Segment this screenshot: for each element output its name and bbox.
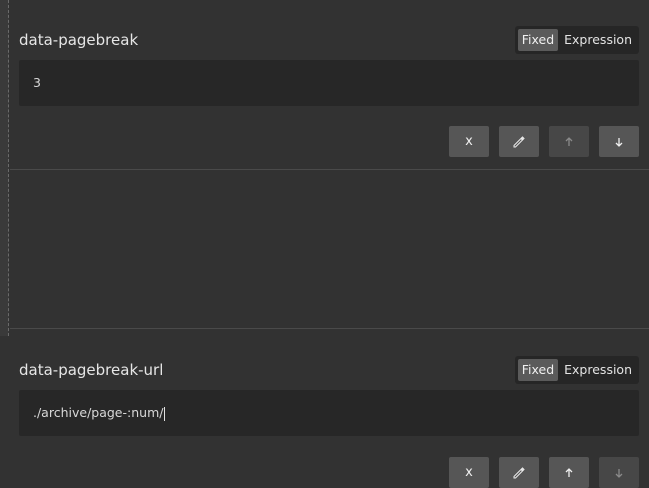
value-text: ./archive/page-:num/ [33,405,164,420]
move-down-button[interactable] [599,457,639,488]
pencil-icon [513,466,525,478]
field-actions: x [449,126,639,157]
value-input[interactable]: ./archive/page-:num/ [19,390,639,436]
remove-button[interactable]: x [449,126,489,157]
remove-button[interactable]: x [449,457,489,488]
field-actions: x [449,457,639,488]
remove-label: x [465,134,473,149]
edit-button[interactable] [499,126,539,157]
field-label: data-pagebreak-url [19,361,164,379]
panel-divider [10,328,649,329]
mode-expression-option[interactable]: Expression [560,29,636,51]
arrow-down-icon [615,468,623,478]
field-label: data-pagebreak [19,31,139,49]
mode-fixed-option[interactable]: Fixed [517,359,559,381]
arrow-up-icon [565,136,573,146]
attribute-panel-pagebreak-url: data-pagebreak-url Fixed Expression ./ar… [10,170,649,488]
pencil-icon [513,135,525,147]
arrow-down-icon [615,137,623,147]
value-input[interactable]: 3 [19,60,639,106]
value-text: 3 [33,75,41,90]
mode-fixed-option[interactable]: Fixed [517,29,559,51]
move-up-button[interactable] [549,126,589,157]
move-up-button[interactable] [549,457,589,488]
attribute-panel-pagebreak: data-pagebreak Fixed Expression 3 x [10,0,649,169]
move-down-button[interactable] [599,126,639,157]
text-caret [164,406,166,421]
mode-toggle: Fixed Expression [514,356,639,384]
left-gutter [0,0,9,336]
remove-label: x [465,465,473,480]
arrow-up-icon [565,467,573,477]
mode-toggle: Fixed Expression [514,26,639,54]
mode-expression-option[interactable]: Expression [560,359,636,381]
edit-button[interactable] [499,457,539,488]
